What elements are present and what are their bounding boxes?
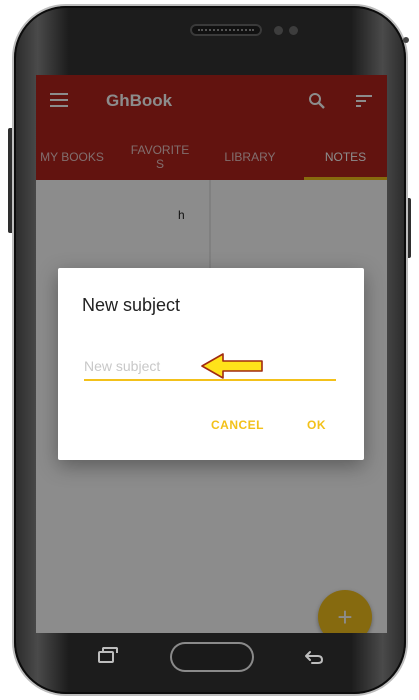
- proximity-sensor: [274, 26, 283, 35]
- pointer-arrow-icon: [201, 353, 263, 379]
- earpiece-speaker: [190, 24, 262, 36]
- home-button[interactable]: [170, 642, 254, 672]
- front-camera: [403, 37, 409, 43]
- light-sensor: [289, 26, 298, 35]
- recent-apps-icon[interactable]: [98, 647, 118, 663]
- back-icon[interactable]: [304, 649, 324, 665]
- ok-button[interactable]: OK: [307, 418, 326, 432]
- cancel-button[interactable]: CANCEL: [211, 418, 264, 432]
- new-subject-dialog: New subject CANCEL OK: [58, 268, 364, 460]
- dialog-title: New subject: [82, 295, 181, 315]
- phone-screen: GhBook MY BOOKS FAVORITE S LIBRARY NOTES…: [36, 75, 387, 633]
- navigation-bar: [36, 633, 387, 685]
